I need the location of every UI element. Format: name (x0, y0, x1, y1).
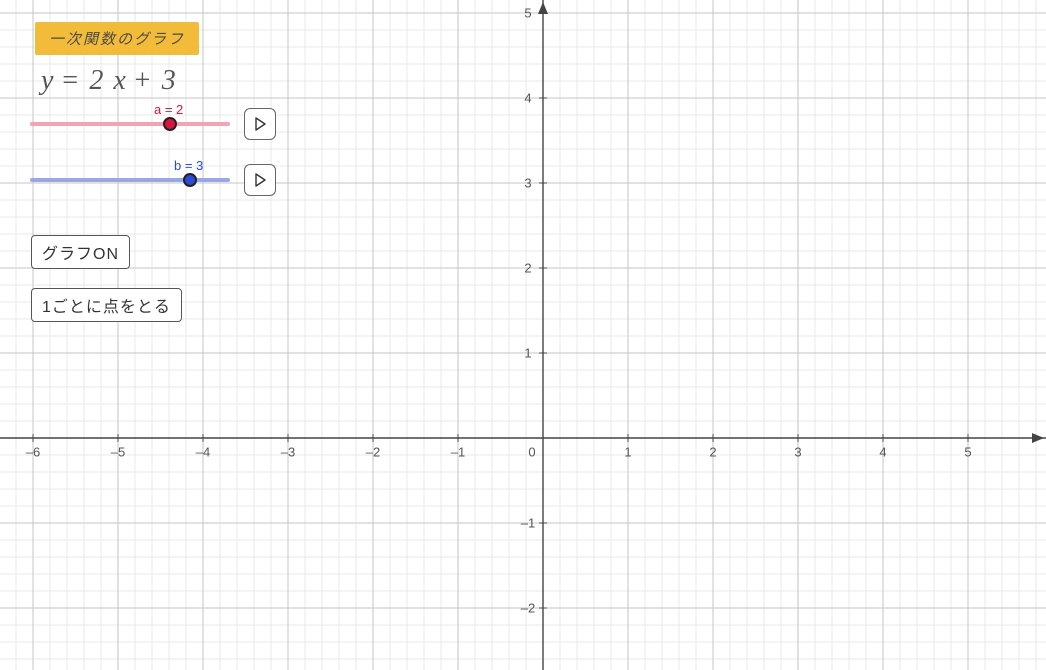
y-tick--2: –2 (521, 601, 535, 616)
y-tick-2: 2 (524, 261, 531, 276)
y-tick-3: 3 (524, 176, 531, 191)
title-box: 一次関数のグラフ (35, 22, 199, 55)
equation-x: x (106, 65, 125, 96)
x-tick-4: 4 (879, 445, 886, 460)
x-tick-0: 0 (528, 445, 535, 460)
y-tick--1: –1 (521, 516, 535, 531)
x-tick--5: –5 (111, 445, 125, 460)
y-tick-5: 5 (524, 6, 531, 21)
x-tick-3: 3 (794, 445, 801, 460)
x-tick--3: –3 (281, 445, 295, 460)
x-tick--4: –4 (196, 445, 210, 460)
equation-plus: + (126, 65, 159, 96)
slider-b-thumb[interactable] (183, 173, 197, 187)
slider-b-label: b = 3 (174, 158, 203, 173)
play-b-button[interactable] (244, 164, 276, 196)
plot-points-button[interactable]: 1ごとに点をとる (31, 288, 182, 322)
slider-a-track[interactable] (30, 122, 230, 126)
graph-on-button[interactable]: グラフON (31, 235, 130, 269)
y-tick-1: 1 (524, 346, 531, 361)
x-tick--2: –2 (366, 445, 380, 460)
equation-coef-a: 2 (86, 65, 106, 97)
slider-a-thumb[interactable] (163, 117, 177, 131)
slider-b-track[interactable] (30, 178, 230, 182)
slider-b[interactable]: b = 3 (30, 178, 230, 182)
x-tick-2: 2 (709, 445, 716, 460)
slider-a[interactable]: a = 2 (30, 122, 230, 126)
y-tick-4: 4 (524, 91, 531, 106)
slider-a-label: a = 2 (154, 102, 183, 117)
equation-coef-b: 3 (159, 65, 179, 97)
x-tick-5: 5 (964, 445, 971, 460)
equation-equals: = (53, 65, 86, 96)
play-icon (253, 173, 267, 187)
equation-lhs: y (41, 65, 53, 96)
play-icon (253, 117, 267, 131)
x-tick-1: 1 (624, 445, 631, 460)
coordinate-plane[interactable] (0, 0, 1046, 670)
play-a-button[interactable] (244, 108, 276, 140)
equation-display: y = 2 x + 3 (41, 65, 179, 97)
x-tick--6: –6 (26, 445, 40, 460)
x-tick--1: –1 (451, 445, 465, 460)
geogebra-view: –6 –5 –4 –3 –2 –1 0 1 2 3 4 5 –2 –1 1 2 3 4 5 一次関数のグラフ y =… (0, 0, 1046, 670)
